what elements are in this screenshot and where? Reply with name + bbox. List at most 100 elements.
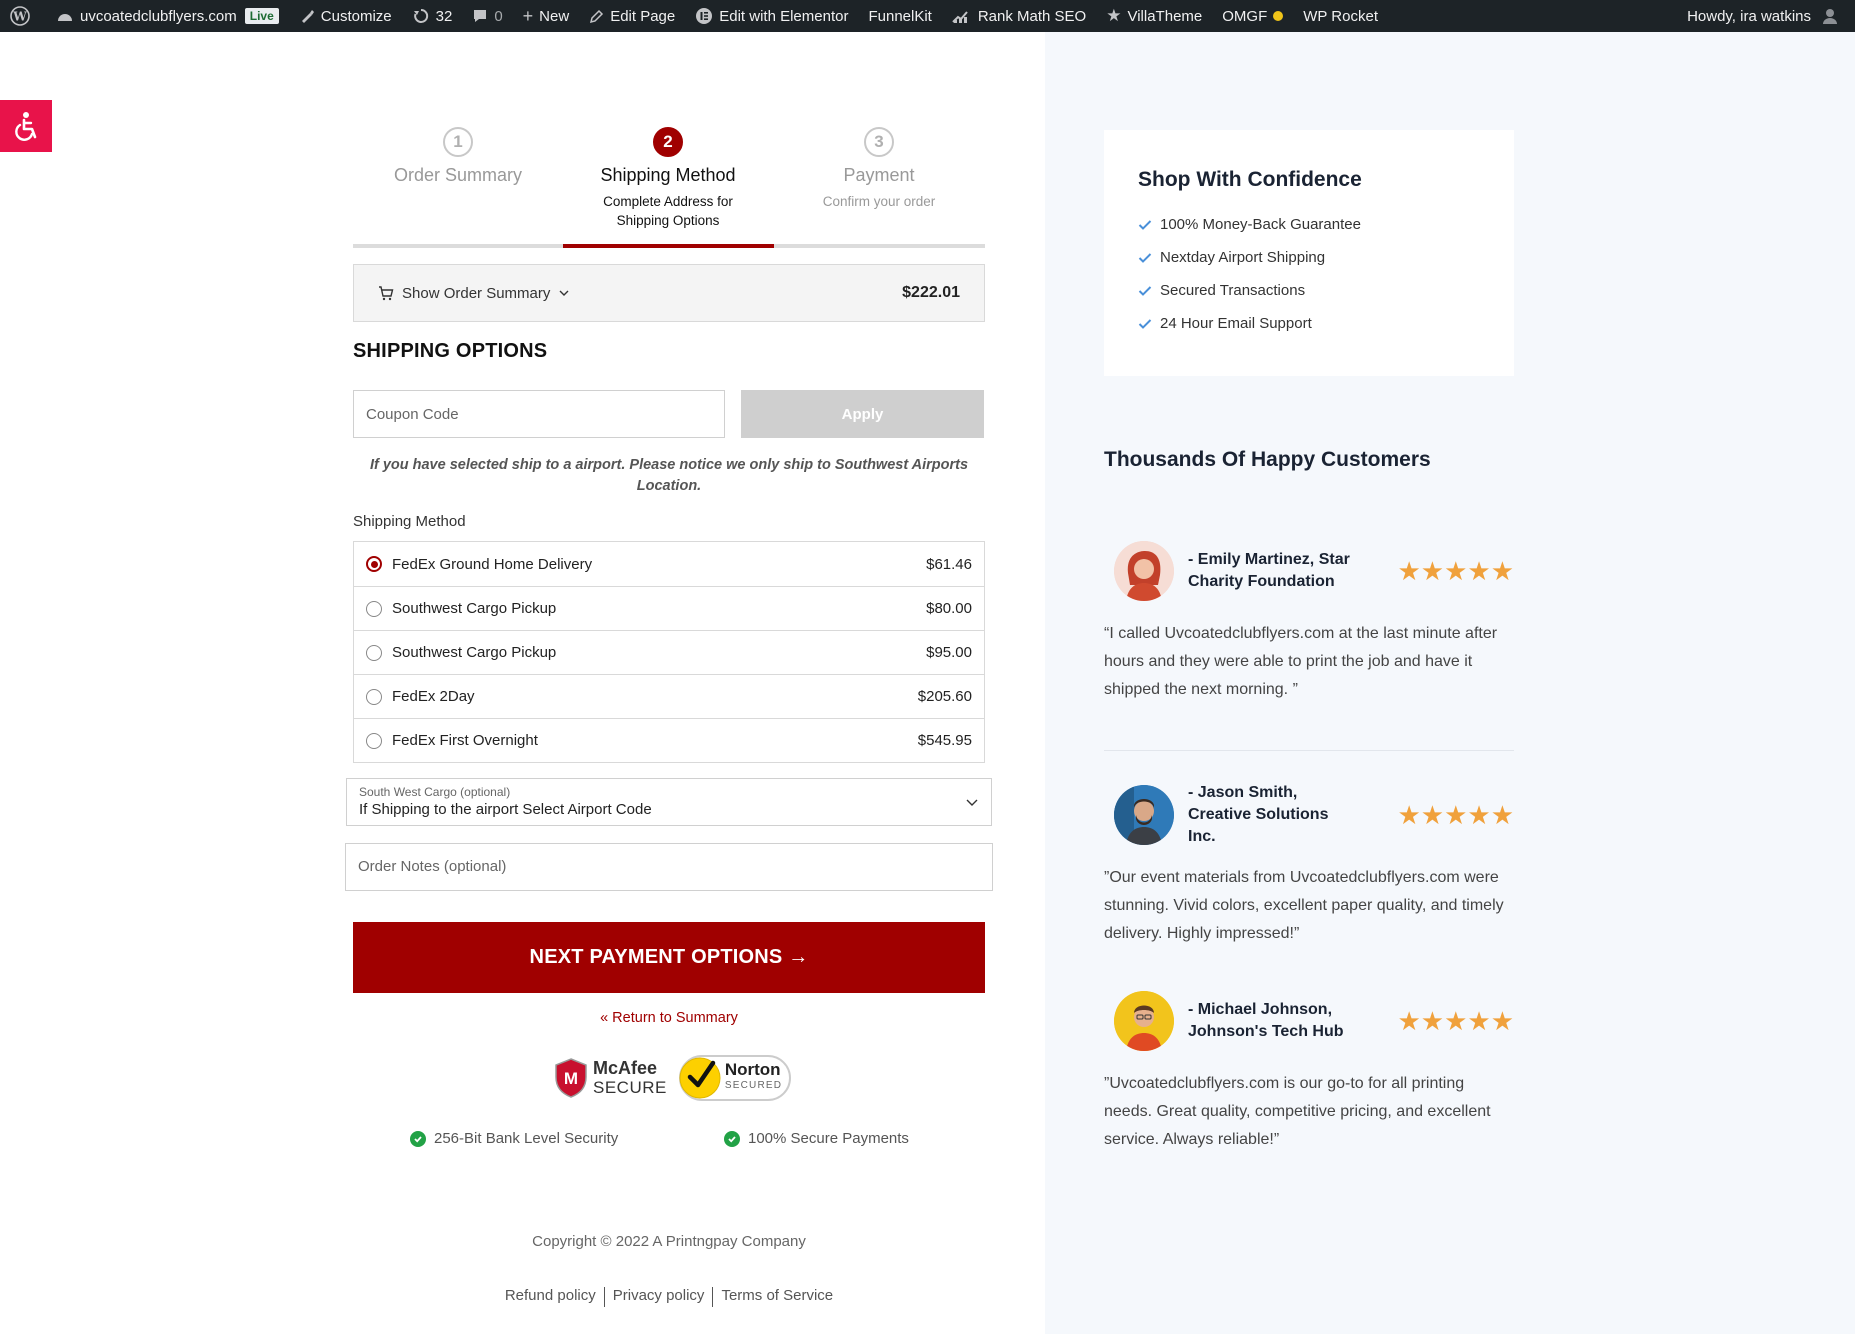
confidence-item-label: Secured Transactions: [1160, 282, 1306, 299]
author-line: - Emily Martinez, Star: [1188, 551, 1350, 568]
shipping-option-fedex-ground[interactable]: FedEx Ground Home Delivery $61.46: [354, 542, 984, 586]
step-progress-active: [563, 244, 774, 248]
greeting: Howdy, ira watkins: [1687, 7, 1811, 25]
chevron-down-icon: [966, 799, 978, 806]
security-item-label: 100% Secure Payments: [748, 1130, 909, 1147]
my-account-menu[interactable]: Howdy, ira watkins: [1687, 0, 1839, 32]
apply-coupon-button[interactable]: Apply: [741, 390, 984, 438]
rank-math-link[interactable]: Rank Math SEO: [942, 0, 1096, 32]
shipping-option-price: $545.95: [917, 732, 972, 749]
order-total: $222.01: [902, 284, 960, 301]
new-content-link[interactable]: + New: [513, 0, 580, 32]
rank-math-label: Rank Math SEO: [977, 7, 1087, 25]
radio-selected-icon[interactable]: [366, 556, 382, 572]
site-name-menu[interactable]: uvcoatedclubflyers.com Live: [46, 0, 289, 32]
updates-count: 32: [435, 7, 453, 25]
step-payment[interactable]: 3 Payment Confirm your order: [774, 127, 984, 211]
step-number: 2: [653, 127, 683, 157]
mcafee-text: McAfee: [593, 1058, 658, 1078]
next-payment-options-button[interactable]: NEXT PAYMENT OPTIONS →: [353, 922, 985, 993]
confidence-item-label: 100% Money-Back Guarantee: [1160, 216, 1361, 233]
testimonial-divider: [1104, 750, 1514, 751]
author-line: Inc.: [1188, 828, 1216, 845]
testimonial-author: - Michael Johnson, Johnson's Tech Hub: [1188, 999, 1378, 1043]
shipping-method-list: FedEx Ground Home Delivery $61.46 Southw…: [353, 541, 985, 763]
radio-icon[interactable]: [366, 644, 382, 661]
radio-icon[interactable]: [366, 600, 382, 617]
confidence-item: Secured Transactions: [1138, 274, 1480, 307]
customize-link[interactable]: Customize: [289, 0, 402, 32]
author-line: Creative Solutions: [1188, 806, 1329, 823]
star-rating-icon: ★★★★★: [1397, 555, 1514, 586]
step-order-summary[interactable]: 1 Order Summary: [353, 127, 563, 186]
customize-label: Customize: [320, 7, 392, 25]
wordpress-logo-icon[interactable]: W: [0, 0, 46, 32]
step-subtitle: Confirm your order: [822, 194, 936, 209]
step-shipping-method[interactable]: 2 Shipping Method Complete Address for S…: [563, 127, 773, 230]
testimonial-quote: “I called Uvcoatedclubflyers.com at the …: [1104, 625, 1498, 698]
omgf-label: OMGF: [1222, 7, 1268, 25]
new-label: New: [539, 7, 570, 25]
step-number: 3: [864, 127, 894, 157]
airport-select-label: South West Cargo (optional): [359, 785, 511, 799]
funnelkit-link[interactable]: FunnelKit: [858, 0, 941, 32]
step-progress-bar: [353, 244, 985, 248]
confidence-item: 100% Money-Back Guarantee: [1138, 208, 1480, 241]
updates-link[interactable]: 32: [402, 0, 463, 32]
edit-elementor-link[interactable]: Edit with Elementor: [685, 0, 858, 32]
radio-icon[interactable]: [366, 732, 382, 749]
step-subtitle: Complete Address for Shipping Options: [563, 192, 773, 230]
rank-math-icon: [952, 11, 968, 23]
security-item-256bit: 256-Bit Bank Level Security: [410, 1130, 618, 1147]
step-subtitle-line: Complete Address for: [603, 194, 733, 209]
shipping-option-fedex-first-overnight[interactable]: FedEx First Overnight $545.95: [354, 718, 984, 762]
star-icon: ★: [1106, 6, 1122, 25]
norton-secured-badge: Norton SECURED: [678, 1055, 791, 1101]
testimonial-card: - Emily Martinez, Star Charity Foundatio…: [1104, 540, 1514, 704]
wp-rocket-label: WP Rocket: [1303, 7, 1378, 25]
radio-icon[interactable]: [366, 688, 382, 705]
villatheme-link[interactable]: ★ VillaTheme: [1096, 0, 1212, 32]
order-notes-field[interactable]: Order Notes (optional): [345, 843, 993, 891]
plus-icon: +: [522, 5, 534, 26]
svg-text:M: M: [564, 1069, 578, 1088]
star-rating-icon: ★★★★★: [1397, 1005, 1514, 1036]
order-summary-toggle[interactable]: Show Order Summary $222.01: [353, 264, 985, 322]
shipping-option-southwest-cargo-80[interactable]: Southwest Cargo Pickup $80.00: [354, 586, 984, 630]
step-number: 1: [443, 127, 473, 157]
wp-admin-bar: W uvcoatedclubflyers.com Live Customize …: [0, 0, 1855, 32]
shipping-option-name: Southwest Cargo Pickup: [392, 600, 557, 617]
villatheme-label: VillaTheme: [1127, 7, 1203, 25]
shop-with-confidence-card: Shop With Confidence 100% Money-Back Gua…: [1104, 130, 1514, 376]
security-item-secure-payments: 100% Secure Payments: [724, 1130, 909, 1147]
terms-of-service-link[interactable]: Terms of Service: [713, 1287, 841, 1307]
airport-select-value: If Shipping to the airport Select Airpor…: [359, 801, 652, 818]
edit-elementor-label: Edit with Elementor: [719, 7, 849, 25]
shipping-method-label: Shipping Method: [353, 513, 466, 530]
refund-policy-link[interactable]: Refund policy: [497, 1287, 604, 1307]
airport-notice: If you have selected ship to a airport. …: [353, 455, 985, 497]
norton-check-icon: [679, 1057, 721, 1099]
author-line: - Jason Smith,: [1188, 784, 1298, 801]
omgf-link[interactable]: OMGF: [1212, 0, 1293, 32]
shipping-option-name: Southwest Cargo Pickup: [392, 644, 557, 661]
comments-link[interactable]: 0: [462, 0, 512, 32]
coupon-code-input[interactable]: [353, 390, 725, 438]
user-avatar-icon: [1823, 9, 1837, 24]
author-line: Charity Foundation: [1188, 573, 1335, 590]
privacy-policy-link[interactable]: Privacy policy: [605, 1287, 713, 1307]
updates-icon: [413, 8, 428, 23]
shipping-option-southwest-cargo-95[interactable]: Southwest Cargo Pickup $95.00: [354, 630, 984, 674]
return-to-summary-link[interactable]: « Return to Summary: [353, 1010, 985, 1026]
funnelkit-label: FunnelKit: [868, 7, 932, 25]
avatar: [1114, 991, 1174, 1051]
confidence-item: 24 Hour Email Support: [1138, 307, 1480, 340]
comments-count: 0: [494, 7, 503, 25]
wp-rocket-link[interactable]: WP Rocket: [1293, 0, 1388, 32]
mcafee-shield-icon: M: [555, 1058, 587, 1098]
edit-page-link[interactable]: Edit Page: [579, 0, 685, 32]
airport-code-select[interactable]: South West Cargo (optional) If Shipping …: [346, 778, 992, 826]
accessibility-button[interactable]: [0, 100, 52, 152]
testimonial-card: - Jason Smith, Creative Solutions Inc. ★…: [1104, 782, 1514, 948]
shipping-option-fedex-2day[interactable]: FedEx 2Day $205.60: [354, 674, 984, 718]
